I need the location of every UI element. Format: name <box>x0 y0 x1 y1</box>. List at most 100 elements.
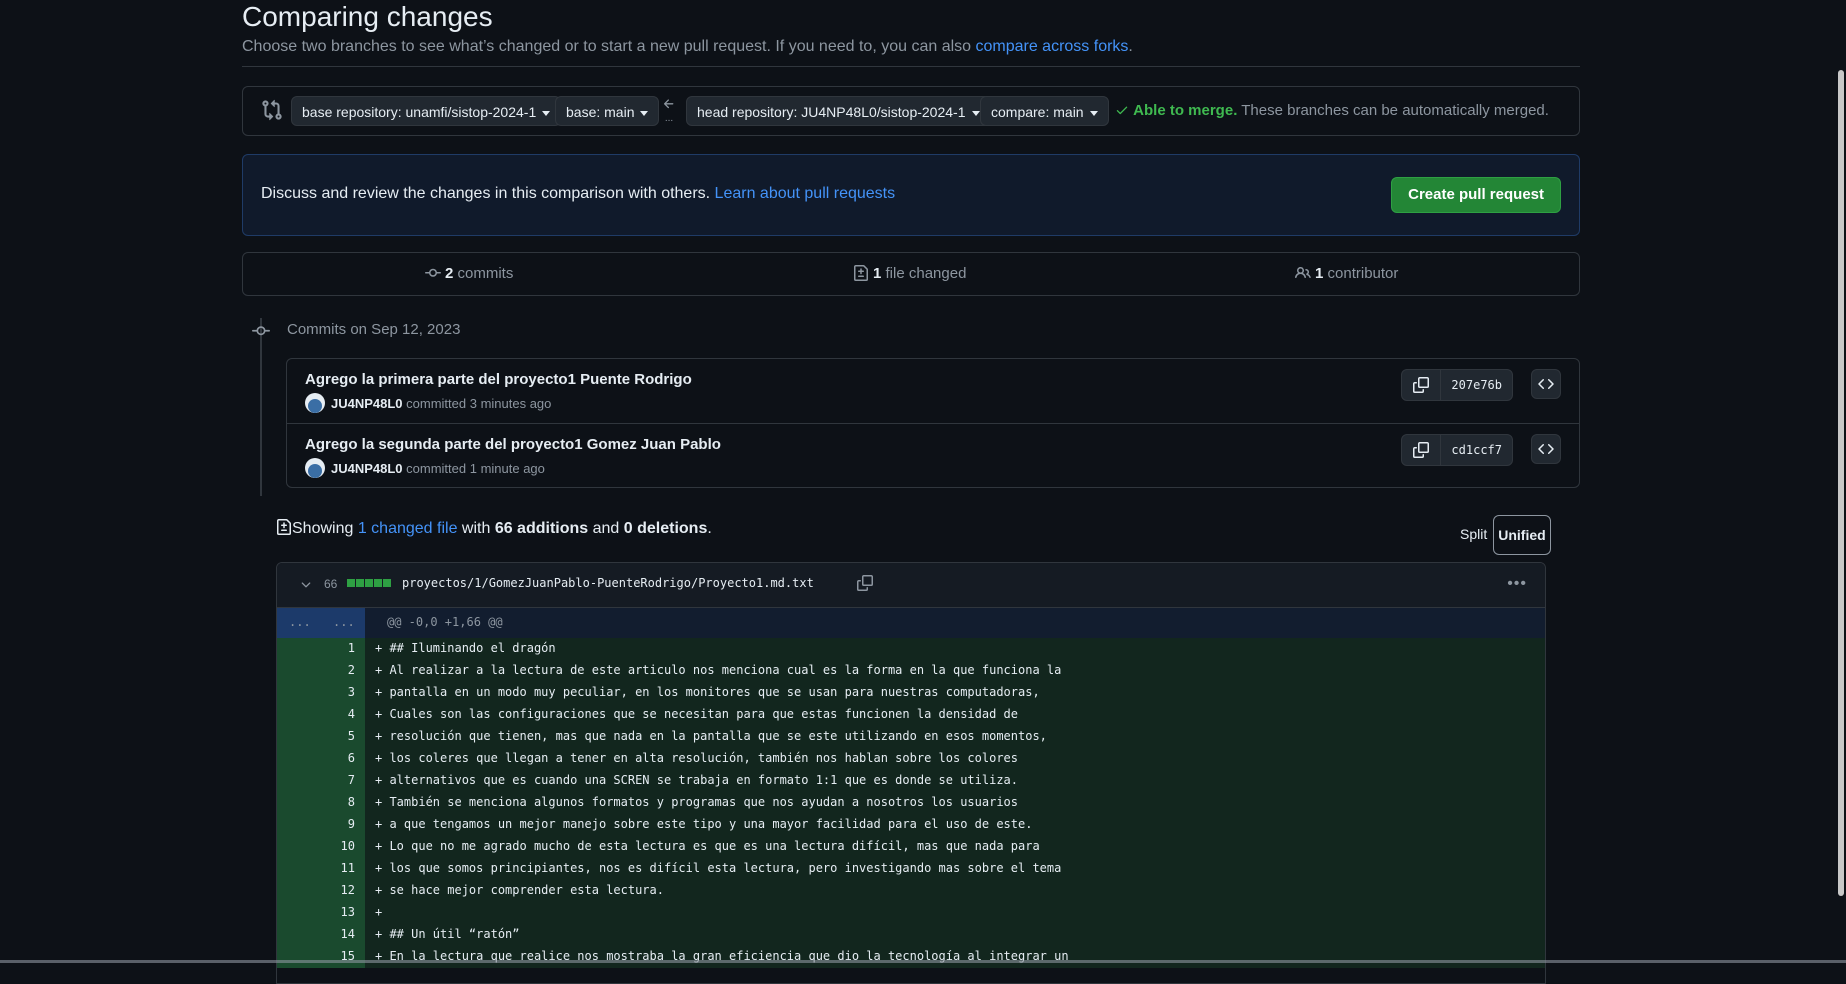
compare-summary: 2 commits 1 file changed 1 contributor <box>242 252 1580 296</box>
line-number[interactable]: 10 <box>341 839 355 853</box>
diffstat-block <box>383 579 391 587</box>
period: . <box>707 520 712 537</box>
commits-date-heading: Commits on Sep 12, 2023 <box>287 321 461 338</box>
additions-count: 66 additions <box>494 520 589 537</box>
copy-icon[interactable] <box>857 575 873 591</box>
diff-lines: 1 + ## Iluminando el dragón 2 + Al realizar… <box>277 638 1545 968</box>
scrollbar-thumb[interactable] <box>1838 70 1844 896</box>
copy-sha-button[interactable] <box>1402 370 1442 400</box>
arrow-left-icon: ... <box>660 97 678 127</box>
vertical-scrollbar[interactable] <box>1835 0 1846 963</box>
commits-label: commits <box>453 265 514 282</box>
line-code: + ## Iluminando el dragón <box>375 641 556 655</box>
split-view-button[interactable]: Split <box>1454 515 1493 553</box>
caret-down-icon <box>971 110 980 116</box>
line-number[interactable]: 14 <box>341 927 355 941</box>
kebab-menu-icon[interactable]: ••• <box>1507 575 1527 593</box>
git-compare-icon[interactable] <box>261 99 283 121</box>
line-number-gutter: 5 <box>277 726 365 748</box>
changed-file-link[interactable]: 1 changed file <box>358 520 458 537</box>
diffstat-block <box>356 579 364 587</box>
diffstat-block <box>374 579 382 587</box>
subtitle-suffix: . <box>1128 38 1133 55</box>
compare-branch-select[interactable]: compare: main <box>980 96 1109 126</box>
commit-author-link[interactable]: JU4NP48L0 <box>331 396 403 411</box>
line-number-gutter: 7 <box>277 770 365 792</box>
diff-line: 7 + alternativos que es cuando una SCREN … <box>277 770 1545 792</box>
subtitle-text: Choose two branches to see what’s change… <box>242 38 976 55</box>
unified-view-button[interactable]: Unified <box>1493 515 1551 555</box>
chevron-down-icon[interactable] <box>299 578 313 592</box>
line-number[interactable]: 3 <box>348 685 355 699</box>
line-number-gutter: 8 <box>277 792 365 814</box>
line-code: + los coleres que llegan a tener en alta… <box>375 751 1018 765</box>
line-number[interactable]: 1 <box>348 641 355 655</box>
line-code: + se hace mejor comprender esta lectura. <box>375 883 664 897</box>
line-code: + Al realizar a la lectura de este artic… <box>375 663 1062 677</box>
files-changed-tab[interactable]: 1 file changed <box>853 253 966 295</box>
divider <box>242 66 1580 67</box>
commit-title-link[interactable]: Agrego la segunda parte del proyecto1 Go… <box>305 436 721 453</box>
base-branch-select[interactable]: base: main <box>555 96 660 126</box>
hunk-left-marker: ... <box>289 615 311 629</box>
with-label: with <box>457 520 495 537</box>
line-number[interactable]: 8 <box>348 795 355 809</box>
line-number-gutter: 14 <box>277 924 365 946</box>
commit-sha-link[interactable]: 207e76b <box>1441 370 1512 400</box>
contributors-tab[interactable]: 1 contributor <box>1295 253 1398 295</box>
caret-down-icon <box>1089 110 1098 116</box>
compare-across-forks-link[interactable]: compare across forks <box>975 38 1128 55</box>
line-number-gutter: 10 <box>277 836 365 858</box>
line-number[interactable]: 6 <box>348 751 355 765</box>
expand-hunk-button[interactable]: ... ... <box>277 608 365 638</box>
line-number[interactable]: 5 <box>348 729 355 743</box>
line-number-gutter: 13 <box>277 902 365 924</box>
caret-down-icon <box>640 110 649 116</box>
diff-line: 6 + los coleres que llegan a tener en alt… <box>277 748 1545 770</box>
commit-row: Agrego la primera parte del proyecto1 Pu… <box>287 359 1579 423</box>
learn-pull-requests-link[interactable]: Learn about pull requests <box>715 185 896 202</box>
commit-sha-link[interactable]: cd1ccf7 <box>1441 435 1512 465</box>
page-subtitle: Choose two branches to see what’s change… <box>242 38 1133 56</box>
showing-label: Showing <box>292 520 358 537</box>
line-code: + <box>375 905 383 919</box>
commit-author-link[interactable]: JU4NP48L0 <box>331 461 403 476</box>
line-number[interactable]: 4 <box>348 707 355 721</box>
file-path-link[interactable]: proyectos/1/GomezJuanPablo-PuenteRodrigo… <box>402 576 814 590</box>
compare-branch-label: compare: main <box>991 104 1084 120</box>
avatar[interactable] <box>305 458 325 478</box>
commit-row: Agrego la segunda parte del proyecto1 Go… <box>287 423 1579 488</box>
diff-line: 13 + <box>277 902 1545 924</box>
line-number-gutter: 1 <box>277 638 365 660</box>
diffstat-bar <box>347 579 391 587</box>
commit-time: committed 3 minutes ago <box>402 396 552 411</box>
line-number-gutter: 2 <box>277 660 365 682</box>
browse-repository-button[interactable] <box>1531 434 1561 464</box>
copy-icon <box>1413 442 1430 458</box>
line-number[interactable]: 13 <box>341 905 355 919</box>
copy-sha-button[interactable] <box>1402 435 1442 465</box>
base-repository-select[interactable]: base repository: unamfi/sistop-2024-1 <box>291 96 562 126</box>
browse-repository-button[interactable] <box>1531 369 1561 399</box>
line-number[interactable]: 9 <box>348 817 355 831</box>
line-number[interactable]: 12 <box>341 883 355 897</box>
prompt-text: Discuss and review the changes in this c… <box>261 185 895 203</box>
base-branch-label: base: main <box>566 104 635 120</box>
diff-line: 2 + Al realizar a la lectura de este arti… <box>277 660 1545 682</box>
avatar[interactable] <box>305 393 325 413</box>
contributors-label: contributor <box>1323 265 1399 282</box>
git-commit-icon <box>425 268 441 277</box>
commits-tab[interactable]: 2 commits <box>425 253 513 295</box>
file-diff-icon <box>277 519 291 535</box>
line-number[interactable]: 2 <box>348 663 355 677</box>
commit-title-link[interactable]: Agrego la primera parte del proyecto1 Pu… <box>305 371 692 388</box>
head-repository-select[interactable]: head repository: JU4NP48L0/sistop-2024-1 <box>686 96 991 126</box>
create-pull-request-button[interactable]: Create pull request <box>1391 177 1561 213</box>
line-number[interactable]: 7 <box>348 773 355 787</box>
line-code: + pantalla en un modo muy peculiar, en l… <box>375 685 1040 699</box>
line-code: + alternativos que es cuando una SCREN s… <box>375 773 1018 787</box>
diff-line: 3 + pantalla en un modo muy peculiar, en … <box>277 682 1545 704</box>
line-number[interactable]: 11 <box>341 861 355 875</box>
timeline-line <box>260 318 262 496</box>
line-number-gutter: 11 <box>277 858 365 880</box>
